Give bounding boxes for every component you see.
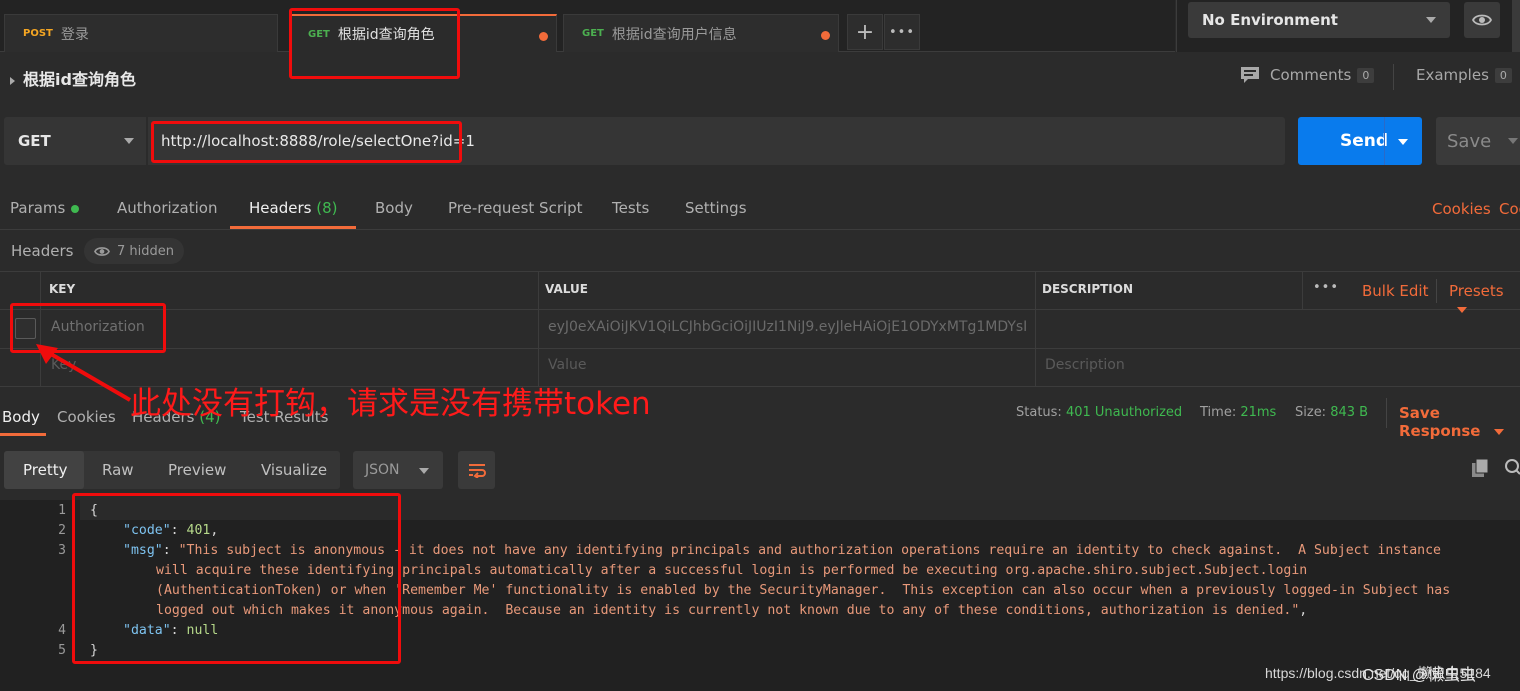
view-raw-button[interactable]: Raw (102, 461, 134, 479)
tab-method: GET (582, 28, 604, 39)
wrap-lines-icon (468, 464, 486, 478)
column-header-description: DESCRIPTION (1042, 282, 1134, 296)
annotation-box-response (72, 493, 401, 664)
chevron-down-icon (1457, 306, 1467, 313)
send-options-chevron-icon[interactable] (1398, 139, 1408, 145)
tab-method: POST (23, 28, 53, 39)
copy-icon (1472, 458, 1489, 477)
unsaved-dot (539, 32, 548, 41)
cookies-link[interactable]: Cookies (1432, 200, 1491, 218)
view-pretty-button[interactable]: Pretty (23, 461, 68, 479)
unsaved-dot (821, 31, 830, 40)
divider (1436, 279, 1437, 303)
chevron-down-icon (1426, 17, 1436, 23)
table-divider (1302, 271, 1303, 309)
tab-body[interactable]: Body (375, 199, 413, 217)
time-value: 21ms (1240, 405, 1277, 420)
hidden-headers-toggle[interactable]: 7 hidden (84, 238, 184, 264)
tab-settings[interactable]: Settings (685, 199, 747, 217)
copy-button[interactable] (1471, 458, 1491, 482)
chevron-down-icon (419, 468, 429, 474)
table-divider (0, 348, 1520, 349)
chevron-down-icon (1493, 428, 1504, 435)
save-response-dropdown[interactable]: Save Response (1399, 404, 1520, 440)
response-size: Size: 843 B (1295, 405, 1369, 420)
line-number: 2 (58, 523, 66, 538)
tab-tests[interactable]: Tests (612, 199, 649, 217)
bulk-edit-link[interactable]: Bulk Edit (1362, 282, 1428, 300)
header-value-cell[interactable]: eyJ0eXAiOiJKV1QiLCJhbGciOiJIUzI1NiJ9.eyJ… (548, 319, 1032, 335)
save-button[interactable]: Save (1436, 117, 1520, 165)
chevron-down-icon (124, 138, 134, 144)
comments-count: 0 (1357, 67, 1375, 83)
environment-label: No Environment (1202, 11, 1338, 29)
table-divider (538, 271, 539, 387)
watermark-overlay: CSDN @懒虫虫 (1362, 667, 1477, 684)
format-select[interactable]: JSON (353, 451, 443, 489)
headers-count: (8) (316, 199, 338, 217)
line-number: 3 (58, 543, 66, 558)
status-value: 401 Unauthorized (1065, 405, 1183, 420)
annotation-text: 此处没有打钩，请求是没有携带token (130, 386, 651, 422)
divider (1393, 64, 1394, 90)
request-tabs (0, 190, 1520, 230)
view-visualize-button[interactable]: Visualize (261, 461, 327, 479)
column-header-value: VALUE (545, 282, 588, 296)
search-icon (1505, 459, 1520, 475)
search-button[interactable] (1504, 458, 1520, 480)
tab-more-button[interactable]: ••• (884, 14, 920, 50)
column-header-key: KEY (49, 282, 76, 296)
presets-dropdown[interactable]: Presets (1449, 282, 1520, 318)
method-label: GET (18, 132, 51, 150)
tab-label: 根据id查询用户信息 (611, 26, 737, 43)
divider (1386, 398, 1387, 428)
tab-params[interactable]: Params (10, 199, 80, 217)
tab-headers[interactable]: Headers (8) (249, 199, 337, 217)
caret-right-icon (10, 76, 15, 85)
annotation-box-url (151, 121, 462, 163)
params-indicator-dot (71, 204, 80, 213)
examples-count: 0 (1494, 67, 1512, 83)
eye-icon (94, 246, 110, 256)
add-tab-button[interactable]: + (847, 14, 883, 50)
view-preview-button[interactable]: Preview (168, 461, 226, 479)
wrap-lines-button[interactable] (458, 451, 495, 489)
tab-user-info[interactable]: GET 根据id查询用户信息 (563, 14, 839, 52)
code-link[interactable]: Coo (1499, 200, 1520, 218)
size-value: 843 B (1330, 405, 1369, 420)
environment-select[interactable]: No Environment (1188, 2, 1450, 38)
examples-label: Examples (1416, 66, 1489, 84)
examples-button[interactable]: Examples 0 (1416, 66, 1512, 84)
table-more-button[interactable]: ••• (1313, 280, 1339, 295)
table-divider (0, 309, 1520, 310)
new-description-input[interactable]: Description (1045, 357, 1125, 373)
request-title[interactable]: 根据id查询角色 (10, 66, 136, 90)
active-tab-underline (0, 433, 46, 436)
comments-label: Comments (1270, 66, 1352, 84)
tab-prerequest-script[interactable]: Pre-request Script (448, 199, 583, 217)
response-time: Time: 21ms (1200, 405, 1277, 420)
line-number: 1 (58, 503, 66, 518)
environment-quick-look-button[interactable] (1464, 2, 1500, 38)
eye-icon (1472, 14, 1492, 26)
line-number: 4 (58, 623, 66, 638)
chevron-down-icon (1508, 138, 1518, 144)
line-number: 5 (58, 643, 66, 658)
table-divider (1035, 271, 1036, 387)
comment-icon (1241, 67, 1259, 83)
tab-login[interactable]: POST 登录 (4, 14, 278, 52)
annotation-box-tab (289, 8, 460, 79)
tab-authorization[interactable]: Authorization (117, 199, 217, 217)
send-divider (1384, 117, 1385, 165)
tab-label: 登录 (60, 26, 89, 43)
method-select[interactable]: GET (4, 117, 146, 165)
headers-section-label: Headers (11, 242, 74, 260)
new-value-input[interactable]: Value (548, 357, 586, 373)
response-status: Status: 401 Unauthorized (1016, 405, 1183, 420)
side-strip (1512, 0, 1520, 52)
annotation-arrow-icon (36, 344, 132, 402)
active-tab-underline (230, 226, 356, 229)
comments-button[interactable]: Comments 0 (1240, 66, 1375, 84)
